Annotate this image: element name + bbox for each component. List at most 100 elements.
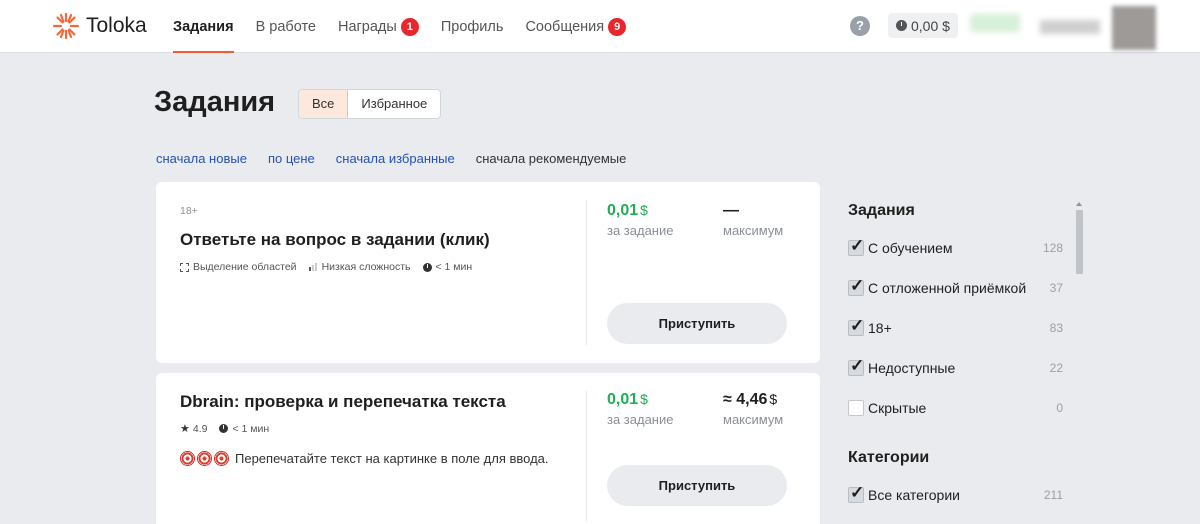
price-block: 0,01 $ за задание [607, 391, 673, 427]
sort-newest[interactable]: сначала новые [156, 151, 247, 166]
nav-profile-label: Профиль [440, 18, 504, 35]
target-icon [180, 451, 195, 466]
clock-icon [422, 262, 432, 272]
filters-scrollbar[interactable] [1074, 200, 1084, 524]
checkbox[interactable] [848, 356, 864, 376]
nav-messages[interactable]: Сообщения 9 [525, 0, 627, 53]
card-divider [586, 391, 587, 521]
description-text: Перепечатайте текст на картинке в поле д… [235, 451, 549, 466]
filter-with-training[interactable]: С обучением 128 [848, 236, 1063, 258]
checkbox[interactable] [848, 236, 864, 256]
balance-value: 0,00 $ [911, 17, 950, 34]
filter-count: 83 [1049, 321, 1063, 335]
sort-price[interactable]: по цене [268, 151, 315, 166]
nav-profile[interactable]: Профиль [441, 0, 504, 53]
segment-favorites[interactable]: Избранное [348, 90, 440, 118]
avatar[interactable] [1112, 6, 1156, 50]
price-currency: $ [640, 202, 648, 218]
meta-type-label: Выделение областей [193, 261, 297, 273]
page-title: Задания [154, 86, 276, 118]
task-title: Dbrain: проверка и перепечатка текста [180, 392, 506, 411]
meta-difficulty-label: Низкая сложность [321, 261, 411, 273]
max-caption: максимум [723, 223, 784, 238]
clock-icon [896, 20, 907, 31]
price-value: 0,01 $ [607, 202, 673, 220]
star-icon: ★ [180, 423, 190, 435]
filter-label: Все категории [868, 487, 960, 503]
start-button[interactable]: Приступить [607, 303, 787, 344]
nav-tasks-label: Задания [173, 18, 234, 35]
meta-time: < 1 мин [219, 423, 269, 435]
max-value: ≈ 4,46 $ [723, 391, 783, 409]
nav-rewards-label: Награды [337, 18, 397, 35]
checkbox[interactable] [848, 276, 864, 296]
price-caption: за задание [607, 412, 674, 427]
max-currency: $ [769, 391, 778, 407]
nav-tasks[interactable]: Задания [173, 0, 234, 53]
price-amount: 0,01 [607, 202, 639, 219]
filter-count: 128 [1042, 241, 1063, 255]
help-icon[interactable]: ? [850, 16, 870, 36]
nav-messages-label: Сообщения [525, 18, 605, 35]
nav-rewards[interactable]: Награды 1 [338, 0, 419, 53]
filter-label: С отложенной приёмкой [868, 280, 1027, 296]
filter-label: С обучением [868, 240, 953, 256]
target-icon [214, 451, 229, 466]
sort-options: сначала новые по цене сначала избранные … [156, 151, 647, 166]
blurred-user-name[interactable] [1040, 20, 1100, 34]
meta-difficulty: Низкая сложность [308, 261, 411, 273]
segment-all[interactable]: Все [299, 90, 349, 118]
filter-all-categories[interactable]: Все категории 211 [848, 483, 1063, 505]
start-button[interactable]: Приступить [607, 465, 787, 506]
scroll-up-arrow-icon[interactable] [1076, 202, 1082, 206]
messages-badge: 9 [608, 17, 627, 36]
filter-adult[interactable]: 18+ 83 [848, 316, 1063, 338]
filter-label: Недоступные [868, 360, 956, 376]
sort-favorites[interactable]: сначала избранные [336, 151, 455, 166]
nav-in-progress-label: В работе [255, 18, 316, 35]
balance-button[interactable]: 0,00 $ [888, 13, 958, 38]
price-amount: 0,01 [607, 391, 639, 408]
meta-time-label: < 1 мин [232, 422, 270, 435]
nav-in-progress[interactable]: В работе [256, 0, 316, 53]
checkbox[interactable] [848, 400, 864, 416]
main-nav: Задания В работе Награды 1 Профиль Сообще… [173, 0, 648, 53]
meta-rating-value: 4.9 [192, 422, 208, 435]
price-value: 0,01 $ [607, 391, 673, 409]
meta-type: Выделение областей [180, 261, 297, 273]
top-bar: Toloka Задания В работе Награды 1 Профиль… [0, 0, 1200, 53]
logo-text: Toloka [86, 14, 147, 37]
age-label: 18+ [180, 205, 198, 217]
max-block: — максимум [723, 202, 783, 238]
clock-icon [219, 424, 229, 433]
task-card[interactable]: 18+ Ответьте на вопрос в задании (клик) … [156, 182, 820, 363]
filter-label: 18+ [868, 320, 892, 336]
checkbox[interactable] [848, 483, 864, 503]
filter-count: 22 [1049, 361, 1063, 375]
task-meta: ★ 4.9 < 1 мин [180, 422, 281, 436]
card-divider [586, 200, 587, 345]
selection-icon [180, 262, 189, 272]
scrollbar-thumb[interactable] [1076, 210, 1083, 274]
max-block: ≈ 4,46 $ максимум [723, 391, 783, 427]
filter-unavailable[interactable]: Недоступные 22 [848, 356, 1063, 378]
difficulty-bars-icon [308, 263, 318, 271]
meta-time-label: < 1 мин [435, 261, 473, 273]
sort-recommended: сначала рекомендуемые [475, 151, 627, 166]
price-caption: за задание [607, 223, 674, 238]
target-icon [197, 451, 212, 466]
task-card[interactable]: Dbrain: проверка и перепечатка текста ★ 4… [156, 373, 820, 524]
price-currency: $ [640, 391, 648, 407]
task-filter-toggle: Все Избранное [298, 89, 442, 119]
filter-count: 0 [1056, 401, 1063, 415]
task-meta: Выделение областей Низкая сложность < 1 … [180, 261, 484, 273]
max-amount: ≈ 4,46 [723, 391, 768, 408]
toloka-logo[interactable]: Toloka [52, 12, 147, 40]
filter-delayed-acceptance[interactable]: С отложенной приёмкой 37 [848, 276, 1063, 298]
filter-label: Скрытые [868, 400, 927, 416]
task-description: Перепечатайте текст на картинке в поле д… [180, 451, 549, 466]
rewards-badge: 1 [400, 17, 419, 36]
filter-hidden[interactable]: Скрытые 0 [848, 398, 1063, 418]
checkbox[interactable] [848, 316, 864, 336]
filter-count: 37 [1049, 281, 1063, 295]
